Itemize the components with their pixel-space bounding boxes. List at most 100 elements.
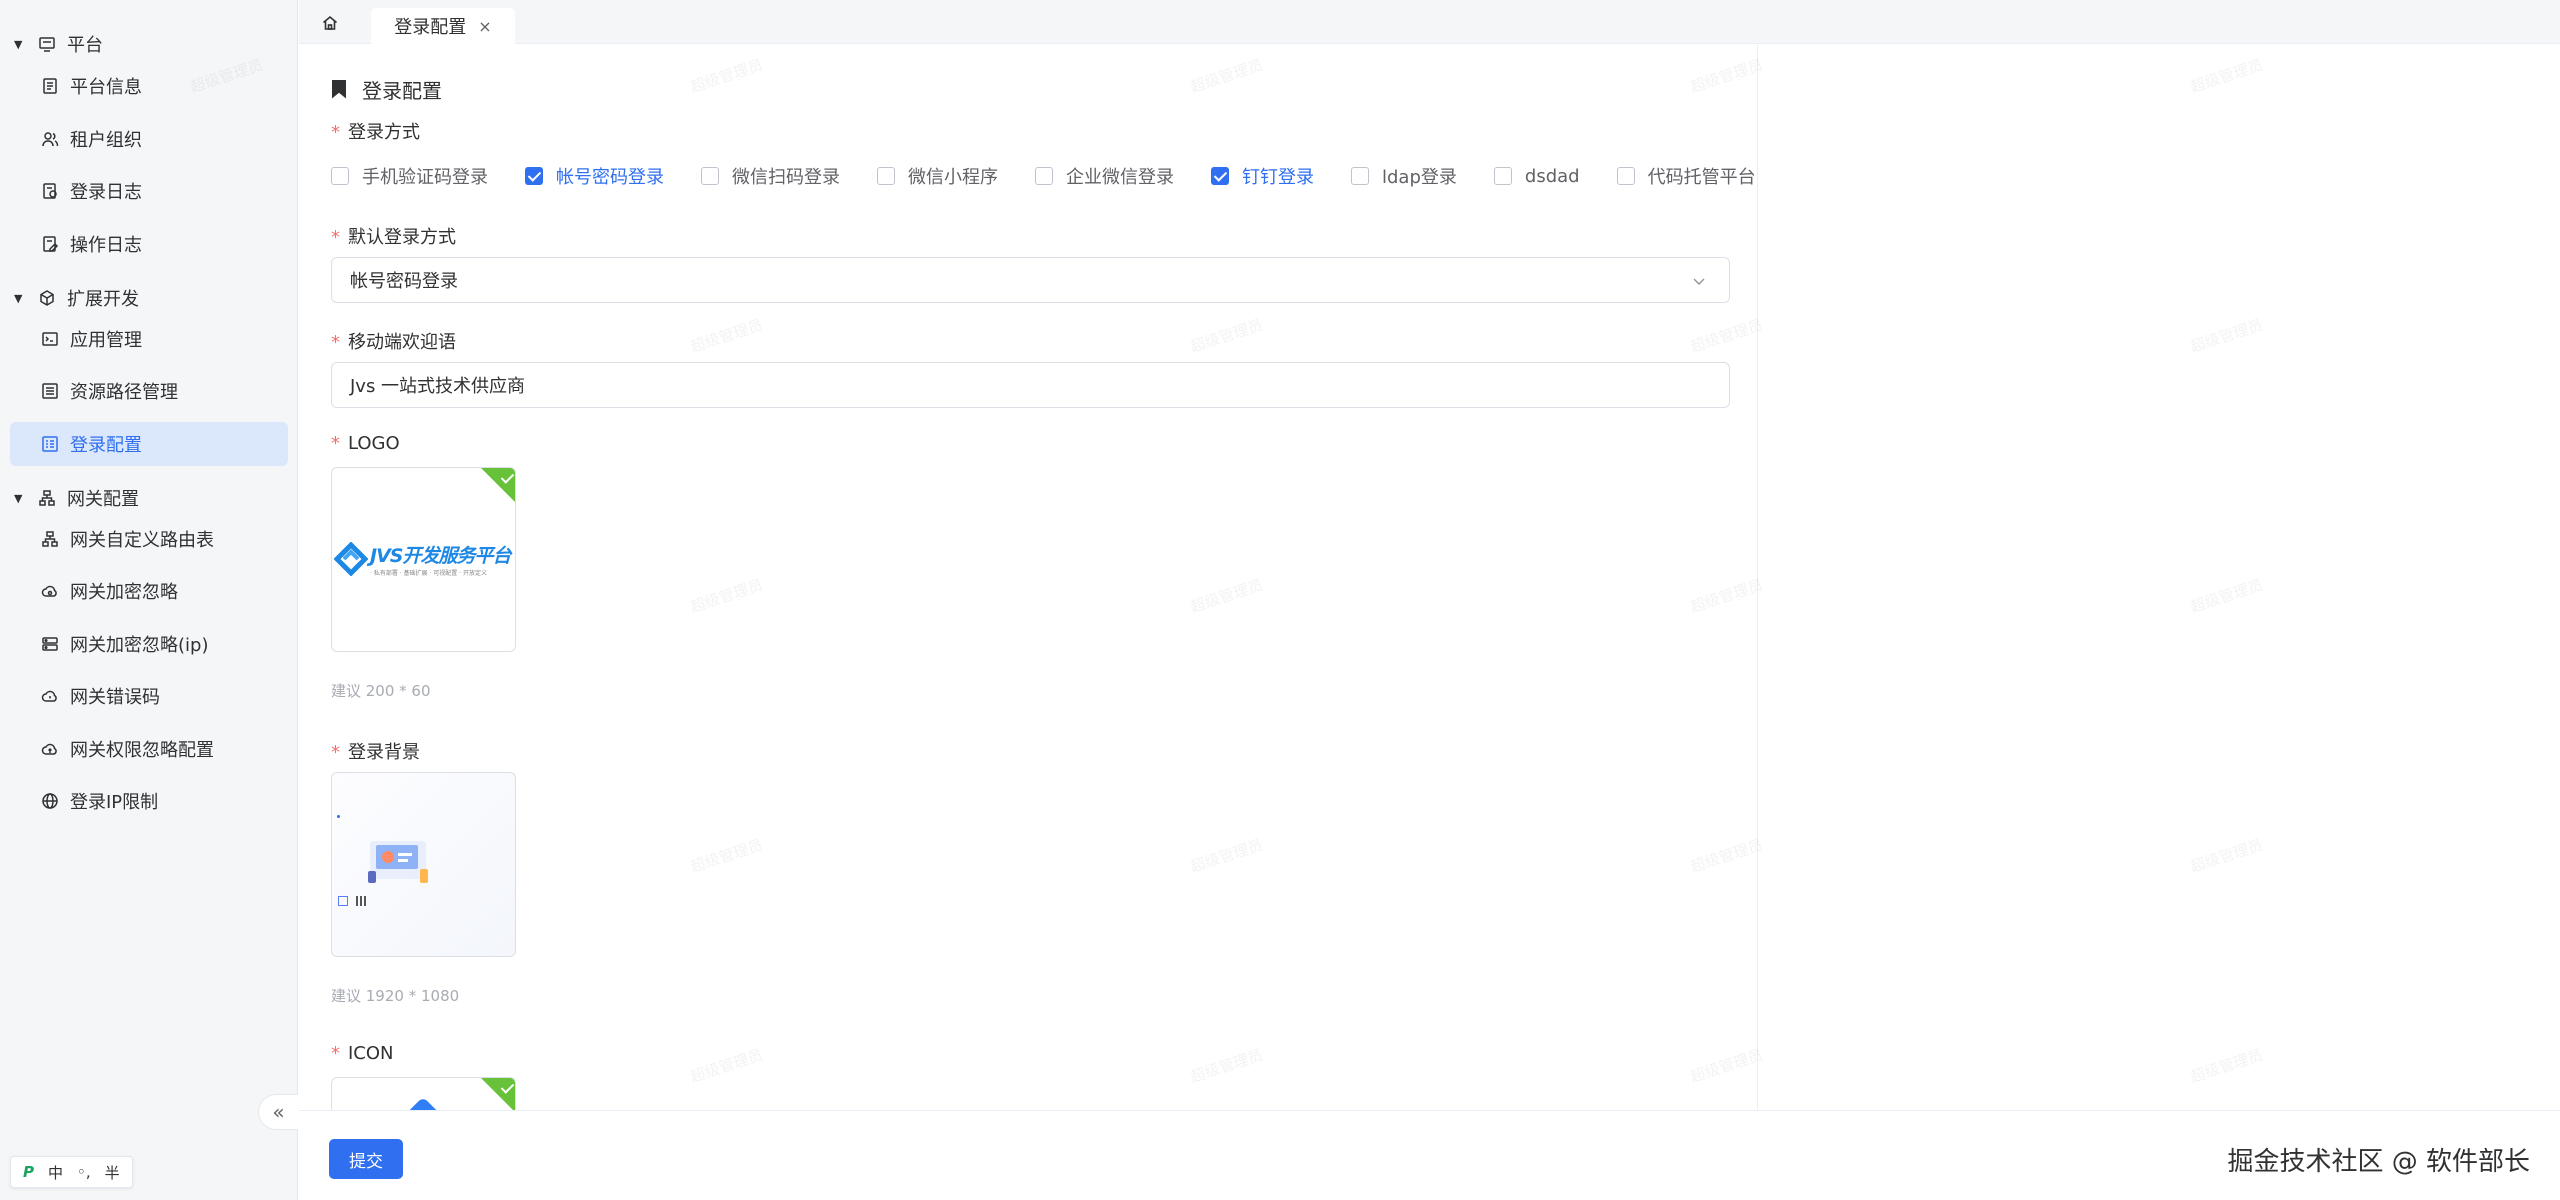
sidebar-item-login-config[interactable]: 登录配置 [10,422,288,466]
checkbox-box[interactable] [701,167,719,185]
bg-hint: 建议 1920 * 1080 [331,987,460,1005]
required-mark: * [331,742,340,763]
checkbox-box[interactable] [1493,167,1512,185]
login-methods-group: 手机验证码登录 帐号密码登录 微信扫码登录 微信小程序 企业微信登录 钉钉登录 … [331,162,1756,190]
ime-toolbar[interactable]: P 中 ◦, 半 [10,1156,133,1188]
checkbox-box[interactable] [877,167,895,185]
watermark: 超级管理员 [688,55,766,97]
select-value: 帐号密码登录 [350,271,458,292]
sidebar-collapse-button[interactable]: « [258,1094,298,1130]
sidebar-item-login-ip-limit[interactable]: 登录IP限制 [10,779,288,823]
watermark: 超级管理员 [1688,55,1766,97]
sidebar-item-operation-log[interactable]: 操作日志 [10,222,288,266]
sidebar-item-gateway-encrypt-ignore[interactable]: 网关加密忽略 [10,569,288,613]
sidebar-item-label: 登录日志 [70,182,142,203]
sidebar-item-login-log[interactable]: 登录日志 [10,169,288,213]
checkbox-label: 微信小程序 [908,167,998,188]
checkbox-box[interactable] [1035,167,1053,185]
checkbox-label: 帐号密码登录 [556,167,664,188]
bg-upload[interactable] [331,772,516,957]
checkbox-sms-login[interactable]: 手机验证码登录 [331,163,488,189]
sidebar-item-label: 资源路径管理 [70,382,178,403]
sidebar-item-label: 平台信息 [70,77,142,98]
route-icon [40,529,60,549]
checkbox-code-hosting[interactable]: 代码托管平台 [1616,163,1756,189]
watermark: 超级管理员 [1688,575,1766,617]
checkbox-ldap-login[interactable]: ldap登录 [1351,163,1457,189]
close-icon[interactable]: × [478,17,491,36]
content-divider [1757,45,1758,1110]
sidebar-item-label: 登录IP限制 [70,792,159,813]
default-method-select[interactable]: 帐号密码登录 [331,257,1730,303]
icon-label: * ICON [331,1043,394,1064]
sidebar-item-platform-info[interactable]: 平台信息 [10,64,288,108]
checkbox-box[interactable] [331,167,349,185]
checkbox-wecom-login[interactable]: 企业微信登录 [1035,163,1174,189]
watermark: 超级管理员 [2188,575,2266,617]
checkbox-label: dsdad [1524,165,1580,187]
checkbox-dingtalk-login[interactable]: 钉钉登录 [1211,163,1314,189]
sidebar-item-app-management[interactable]: 应用管理 [10,317,288,361]
required-mark: * [331,332,340,353]
logo-text: JVS开发服务平台 [370,545,511,567]
logo-upload[interactable]: JVS开发服务平台 · 私有部署 · 基础扩展 · 可视配置 · 开放定义 [331,467,516,652]
logo-image: JVS开发服务平台 · 私有部署 · 基础扩展 · 可视配置 · 开放定义 [334,534,514,584]
watermark: 超级管理员 [1688,835,1766,877]
menu-group-platform[interactable]: ▼ 平台 [0,26,103,62]
log-icon [40,181,60,201]
tab-login-config[interactable]: 登录配置 × [371,8,515,44]
credit-text: 掘金技术社区 @ 软件部长 [2227,1147,2530,1177]
checkbox-label: 代码托管平台 [1647,167,1756,188]
bg-image [332,773,515,956]
checkbox-box[interactable] [1351,167,1369,185]
caret-down-icon: ▼ [14,291,23,305]
ime-lang-toggle[interactable]: 中 [48,1162,63,1183]
checkbox-box[interactable] [1211,167,1229,185]
sidebar-item-label: 网关错误码 [70,687,160,708]
sidebar-item-gateway-routes[interactable]: 网关自定义路由表 [10,517,288,561]
checkbox-wechat-miniprogram[interactable]: 微信小程序 [877,163,998,189]
globe-icon [40,791,60,811]
menu-group-label: 网关配置 [67,489,139,510]
checkbox-box[interactable] [525,167,543,185]
watermark: 超级管理员 [688,1045,766,1087]
menu-group-gateway-config[interactable]: ▼ 网关配置 [0,480,139,516]
list-icon [40,381,60,401]
home-tab[interactable] [319,12,341,34]
checkbox-label: 微信扫码登录 [732,167,840,188]
bg-label-text: 登录背景 [348,742,420,763]
ime-logo-icon: P [23,1163,34,1181]
cloud-upload-icon [40,739,60,759]
users-icon [40,129,60,149]
required-mark: * [331,1043,340,1064]
caret-down-icon: ▼ [14,37,23,51]
submit-button[interactable]: 提交 [329,1139,403,1179]
sidebar-item-resource-path[interactable]: 资源路径管理 [10,369,288,413]
sidebar-item-gateway-encrypt-ignore-ip[interactable]: 网关加密忽略(ip) [10,622,288,666]
checkbox-wechat-scan-login[interactable]: 微信扫码登录 [701,163,840,189]
checkbox-password-login[interactable]: 帐号密码登录 [525,163,664,189]
checkbox-box[interactable] [1616,167,1635,185]
settings-list-icon [40,434,60,454]
watermark: 超级管理员 [2188,1045,2266,1087]
edit-log-icon [40,234,60,254]
document-icon [40,76,60,96]
form-footer: 提交 掘金技术社区 @ 软件部长 [299,1110,2560,1200]
checkbox-label: 钉钉登录 [1242,167,1314,188]
sidebar-item-label: 网关加密忽略 [70,582,178,603]
default-method-label: * 默认登录方式 [331,223,456,249]
welcome-label: * 移动端欢迎语 [331,328,456,354]
cloud-icon [40,581,60,601]
default-method-label-text: 默认登录方式 [348,227,456,248]
menu-group-extension-dev[interactable]: ▼ 扩展开发 [0,280,139,316]
welcome-input[interactable]: Jvs 一站式技术供应商 [331,362,1730,408]
sidebar-item-tenant-org[interactable]: 租户组织 [10,117,288,161]
ime-punct-toggle[interactable]: ◦, [77,1163,91,1181]
sidebar-item-gateway-error-code[interactable]: 网关错误码 [10,674,288,718]
checkbox-dsdad[interactable]: dsdad [1493,165,1580,187]
sidebar-item-gateway-permission-ignore[interactable]: 网关权限忽略配置 [10,727,288,771]
jvs-logo-icon [334,542,368,576]
logo-label: * LOGO [331,433,400,454]
cube-icon [37,288,57,308]
ime-width-toggle[interactable]: 半 [105,1162,120,1183]
